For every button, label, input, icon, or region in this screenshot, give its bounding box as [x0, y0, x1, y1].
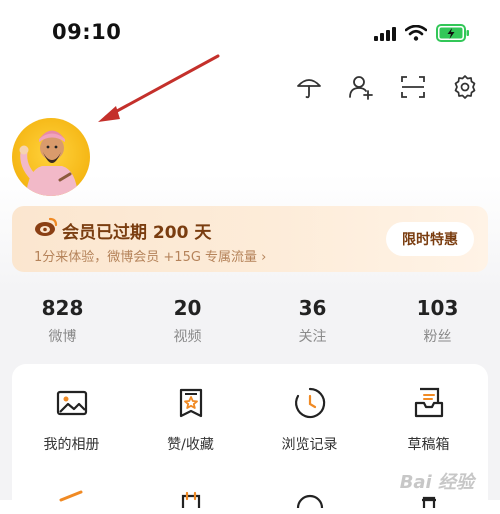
signal-icon [374, 25, 396, 41]
history-clock-icon [294, 387, 325, 419]
vip-banner[interactable]: 会员已过期 200 天 1分来体验，微博会员 +15G 专属流量 › 限时特惠 [12, 206, 488, 272]
weibo-vip-icon [35, 217, 58, 236]
stat-label: 微博 [48, 329, 77, 345]
calendar-icon [181, 491, 200, 508]
stat-value: 828 [41, 296, 84, 320]
circle-entry[interactable] [250, 488, 369, 512]
vip-promo-text[interactable]: 1分来体验，微博会员 +15G 专属流量 › [34, 246, 266, 265]
feature-grid-row: 我的相册 赞/收藏 浏览记录 草稿箱 [12, 386, 488, 454]
stat-following[interactable]: 36 关注 [250, 296, 375, 346]
history-entry[interactable]: 浏览记录 [250, 386, 369, 454]
stat-label: 视频 [173, 329, 202, 345]
stat-label: 关注 [298, 329, 327, 345]
wallet-icon [59, 490, 82, 502]
calendar-entry[interactable] [131, 488, 250, 512]
likes-favorites-label: 赞/收藏 [167, 437, 214, 453]
watermark-text: Bai 经验 [399, 472, 474, 493]
history-label: 浏览记录 [281, 437, 338, 453]
vip-status-title: 会员已过期 200 天 [62, 223, 212, 243]
photo-album-icon [56, 390, 87, 416]
drafts-icon [414, 387, 443, 418]
umbrella-icon[interactable] [294, 72, 324, 102]
status-time: 09:10 [52, 20, 122, 44]
limited-offer-button[interactable]: 限时特惠 [386, 222, 474, 256]
drafts-label: 草稿箱 [407, 437, 450, 453]
profile-stats: 828 微博 20 视频 36 关注 103 粉丝 [0, 296, 500, 346]
avatar-illustration [19, 130, 78, 196]
likes-favorites-entry[interactable]: 赞/收藏 [131, 386, 250, 454]
stat-value: 103 [416, 296, 459, 320]
battery-icon [436, 24, 469, 42]
stat-label: 粉丝 [423, 329, 452, 345]
circle-icon [296, 494, 323, 509]
wallet-entry[interactable] [12, 488, 131, 512]
wifi-icon [405, 25, 427, 41]
stat-value: 20 [173, 296, 202, 320]
stat-weibo[interactable]: 828 微博 [0, 296, 125, 346]
stat-followers[interactable]: 103 粉丝 [375, 296, 500, 346]
stat-videos[interactable]: 20 视频 [125, 296, 250, 346]
favorites-icon [179, 388, 202, 418]
top-toolbar [294, 72, 480, 102]
add-friend-icon[interactable] [346, 72, 376, 102]
album-label: 我的相册 [43, 437, 100, 453]
scan-icon[interactable] [398, 72, 428, 102]
settings-icon[interactable] [450, 72, 480, 102]
status-icons [374, 22, 470, 44]
album-entry[interactable]: 我的相册 [12, 386, 131, 454]
stat-value: 36 [298, 296, 327, 320]
drafts-entry[interactable]: 草稿箱 [369, 386, 488, 454]
avatar[interactable] [12, 118, 90, 196]
annotation-arrow [98, 54, 220, 122]
